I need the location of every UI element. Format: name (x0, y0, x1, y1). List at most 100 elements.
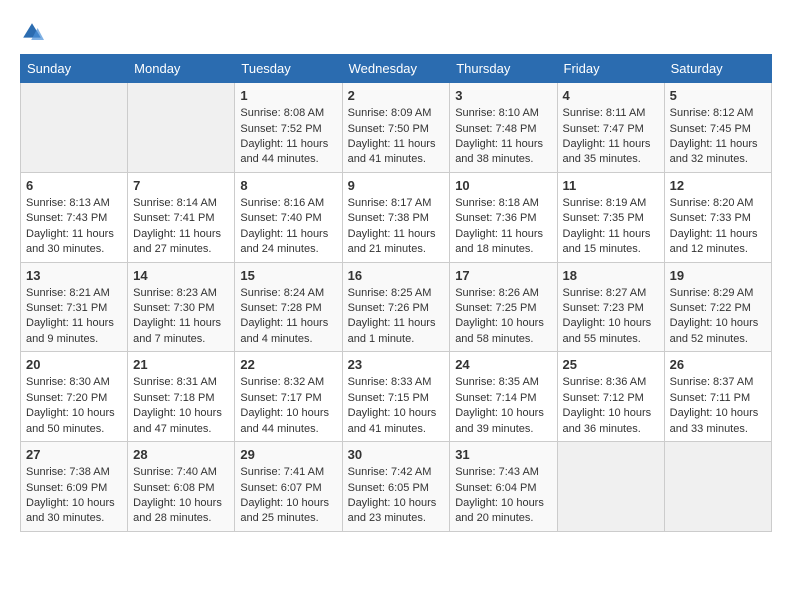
day-info: Daylight: 11 hours and 7 minutes. (133, 316, 229, 347)
day-info: Sunset: 7:33 PM (670, 211, 766, 226)
day-info: Sunset: 7:11 PM (670, 391, 766, 406)
day-info: Sunrise: 8:12 AM (670, 106, 766, 121)
calendar-week-4: 20Sunrise: 8:30 AMSunset: 7:20 PMDayligh… (21, 352, 772, 442)
day-info: Sunrise: 8:26 AM (455, 286, 551, 301)
day-info: Sunrise: 8:35 AM (455, 375, 551, 390)
calendar-cell (128, 83, 235, 173)
calendar-cell: 14Sunrise: 8:23 AMSunset: 7:30 PMDayligh… (128, 262, 235, 352)
day-info: Sunrise: 8:16 AM (240, 196, 336, 211)
day-info: Daylight: 10 hours and 44 minutes. (240, 406, 336, 437)
day-info: Sunrise: 8:10 AM (455, 106, 551, 121)
calendar-cell: 1Sunrise: 8:08 AMSunset: 7:52 PMDaylight… (235, 83, 342, 173)
day-info: Daylight: 11 hours and 12 minutes. (670, 227, 766, 258)
day-info: Daylight: 10 hours and 58 minutes. (455, 316, 551, 347)
day-info: Sunset: 7:35 PM (563, 211, 659, 226)
calendar-cell: 23Sunrise: 8:33 AMSunset: 7:15 PMDayligh… (342, 352, 450, 442)
calendar-cell: 29Sunrise: 7:41 AMSunset: 6:07 PMDayligh… (235, 442, 342, 532)
day-number: 30 (348, 446, 445, 464)
day-info: Sunrise: 8:20 AM (670, 196, 766, 211)
day-info: Daylight: 10 hours and 52 minutes. (670, 316, 766, 347)
calendar-cell: 11Sunrise: 8:19 AMSunset: 7:35 PMDayligh… (557, 172, 664, 262)
calendar-cell: 12Sunrise: 8:20 AMSunset: 7:33 PMDayligh… (664, 172, 771, 262)
day-info: Sunrise: 8:33 AM (348, 375, 445, 390)
day-info: Sunrise: 8:27 AM (563, 286, 659, 301)
day-info: Daylight: 11 hours and 32 minutes. (670, 137, 766, 168)
calendar-cell: 4Sunrise: 8:11 AMSunset: 7:47 PMDaylight… (557, 83, 664, 173)
calendar-cell: 18Sunrise: 8:27 AMSunset: 7:23 PMDayligh… (557, 262, 664, 352)
day-info: Sunrise: 8:11 AM (563, 106, 659, 121)
day-number: 21 (133, 356, 229, 374)
calendar-table: SundayMondayTuesdayWednesdayThursdayFrid… (20, 54, 772, 532)
day-info: Daylight: 10 hours and 30 minutes. (26, 496, 122, 527)
day-info: Sunset: 7:45 PM (670, 122, 766, 137)
day-info: Sunset: 7:48 PM (455, 122, 551, 137)
day-number: 11 (563, 177, 659, 195)
day-info: Daylight: 10 hours and 25 minutes. (240, 496, 336, 527)
day-number: 20 (26, 356, 122, 374)
day-header-wednesday: Wednesday (342, 55, 450, 83)
day-number: 9 (348, 177, 445, 195)
calendar-cell: 3Sunrise: 8:10 AMSunset: 7:48 PMDaylight… (450, 83, 557, 173)
day-info: Sunrise: 7:43 AM (455, 465, 551, 480)
day-header-saturday: Saturday (664, 55, 771, 83)
day-info: Sunset: 7:52 PM (240, 122, 336, 137)
calendar-cell: 28Sunrise: 7:40 AMSunset: 6:08 PMDayligh… (128, 442, 235, 532)
day-number: 19 (670, 267, 766, 285)
calendar-cell: 6Sunrise: 8:13 AMSunset: 7:43 PMDaylight… (21, 172, 128, 262)
day-info: Daylight: 10 hours and 20 minutes. (455, 496, 551, 527)
day-number: 5 (670, 87, 766, 105)
day-info: Daylight: 11 hours and 21 minutes. (348, 227, 445, 258)
day-info: Sunrise: 8:30 AM (26, 375, 122, 390)
day-info: Sunrise: 8:09 AM (348, 106, 445, 121)
day-info: Sunset: 7:31 PM (26, 301, 122, 316)
day-info: Sunrise: 8:08 AM (240, 106, 336, 121)
calendar-cell: 22Sunrise: 8:32 AMSunset: 7:17 PMDayligh… (235, 352, 342, 442)
day-info: Sunset: 7:23 PM (563, 301, 659, 316)
day-header-tuesday: Tuesday (235, 55, 342, 83)
day-info: Sunrise: 8:23 AM (133, 286, 229, 301)
day-info: Daylight: 11 hours and 9 minutes. (26, 316, 122, 347)
day-info: Sunset: 7:15 PM (348, 391, 445, 406)
calendar-cell (557, 442, 664, 532)
day-number: 13 (26, 267, 122, 285)
day-info: Sunset: 7:38 PM (348, 211, 445, 226)
day-info: Sunrise: 8:36 AM (563, 375, 659, 390)
day-info: Sunset: 7:47 PM (563, 122, 659, 137)
day-header-thursday: Thursday (450, 55, 557, 83)
day-number: 28 (133, 446, 229, 464)
day-info: Sunrise: 8:25 AM (348, 286, 445, 301)
day-number: 15 (240, 267, 336, 285)
calendar-cell: 15Sunrise: 8:24 AMSunset: 7:28 PMDayligh… (235, 262, 342, 352)
day-info: Daylight: 10 hours and 39 minutes. (455, 406, 551, 437)
day-info: Daylight: 10 hours and 36 minutes. (563, 406, 659, 437)
calendar-cell: 25Sunrise: 8:36 AMSunset: 7:12 PMDayligh… (557, 352, 664, 442)
day-info: Sunrise: 8:31 AM (133, 375, 229, 390)
calendar-week-1: 1Sunrise: 8:08 AMSunset: 7:52 PM Daylight… (21, 83, 772, 173)
day-number: 1 (240, 87, 336, 105)
day-info: Sunrise: 8:37 AM (670, 375, 766, 390)
day-info: Daylight: 10 hours and 50 minutes. (26, 406, 122, 437)
calendar-cell (21, 83, 128, 173)
day-info: Sunset: 7:18 PM (133, 391, 229, 406)
calendar-cell: 7Sunrise: 8:14 AMSunset: 7:41 PMDaylight… (128, 172, 235, 262)
calendar-cell: 16Sunrise: 8:25 AMSunset: 7:26 PMDayligh… (342, 262, 450, 352)
day-info: Sunset: 7:22 PM (670, 301, 766, 316)
day-number: 17 (455, 267, 551, 285)
day-number: 10 (455, 177, 551, 195)
day-number: 23 (348, 356, 445, 374)
day-info: Sunrise: 8:24 AM (240, 286, 336, 301)
day-number: 14 (133, 267, 229, 285)
calendar-header-row: SundayMondayTuesdayWednesdayThursdayFrid… (21, 55, 772, 83)
day-info: Sunset: 6:09 PM (26, 481, 122, 496)
calendar-cell: 17Sunrise: 8:26 AMSunset: 7:25 PMDayligh… (450, 262, 557, 352)
day-info: Sunset: 7:20 PM (26, 391, 122, 406)
day-info: Sunset: 7:28 PM (240, 301, 336, 316)
calendar-cell: 31Sunrise: 7:43 AMSunset: 6:04 PMDayligh… (450, 442, 557, 532)
day-number: 16 (348, 267, 445, 285)
day-number: 24 (455, 356, 551, 374)
day-info: Sunset: 6:05 PM (348, 481, 445, 496)
day-number: 2 (348, 87, 445, 105)
day-info: Sunset: 7:17 PM (240, 391, 336, 406)
day-info: Daylight: 10 hours and 23 minutes. (348, 496, 445, 527)
page-header (20, 20, 772, 44)
